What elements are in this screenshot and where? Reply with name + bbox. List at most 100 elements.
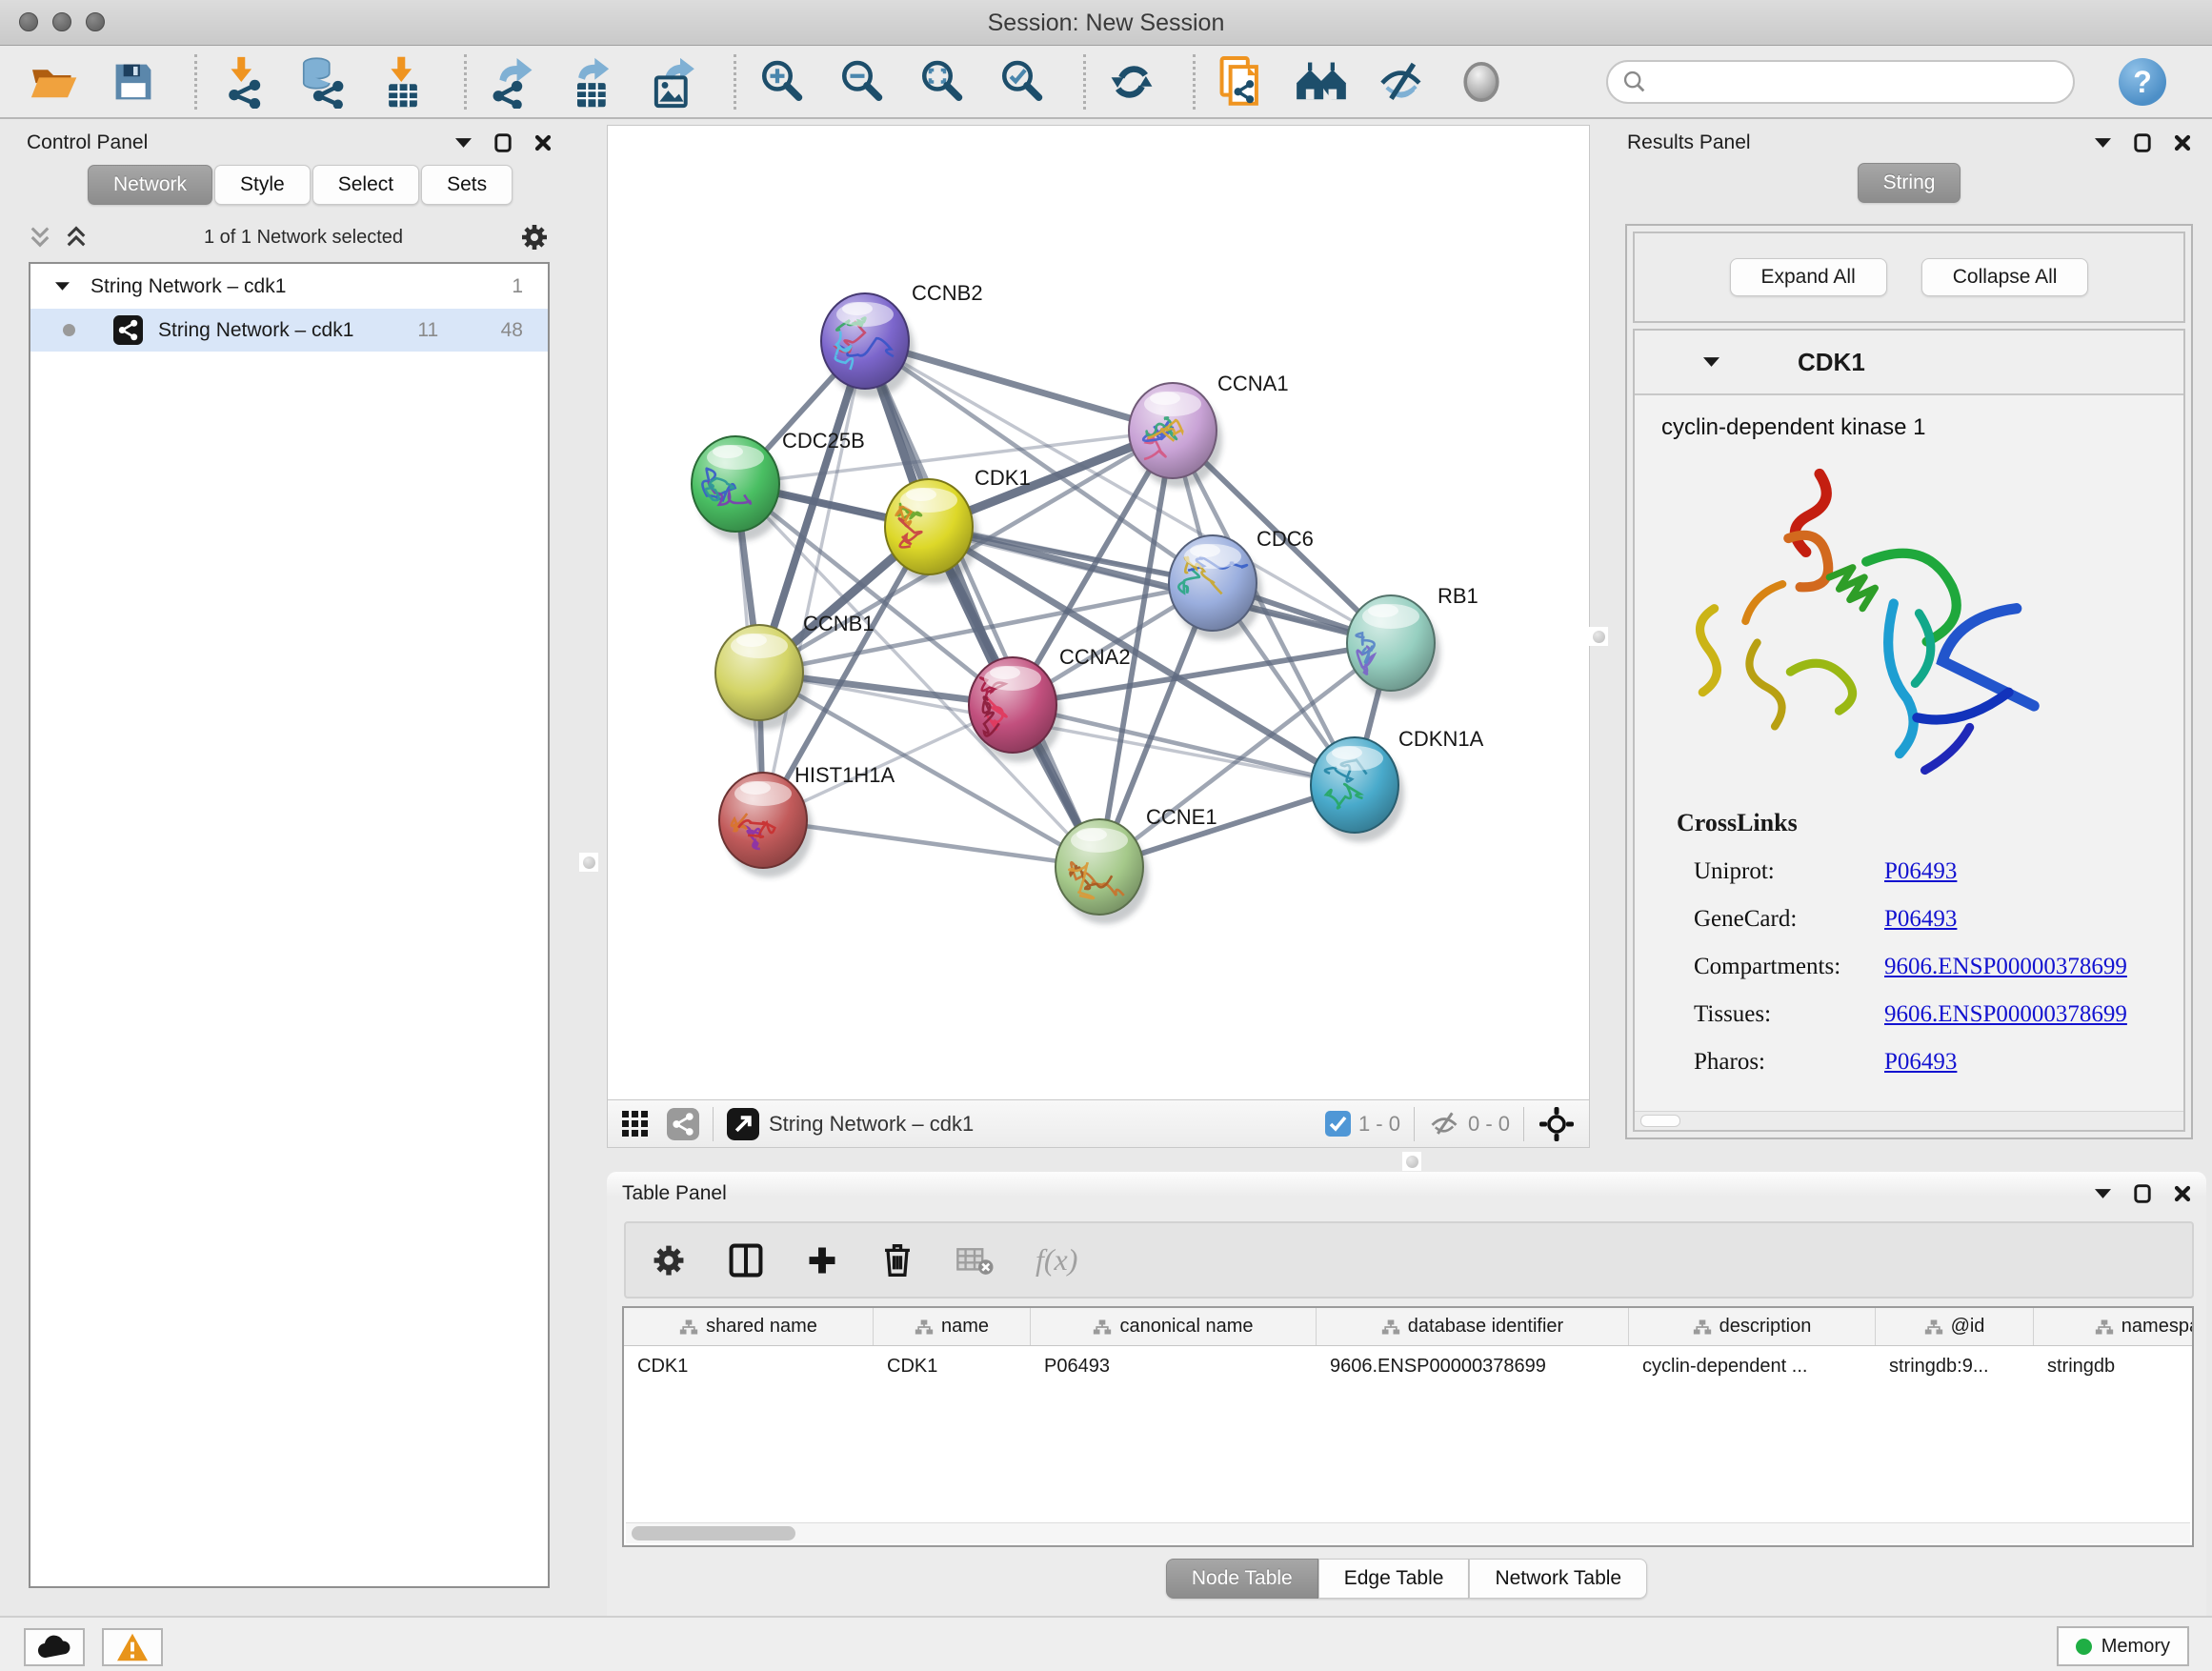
column-header-database-identifier[interactable]: database identifier xyxy=(1317,1308,1629,1345)
gear-icon[interactable] xyxy=(519,222,550,252)
network-node-CDC6[interactable] xyxy=(1169,535,1262,640)
tree-expand-icon[interactable] xyxy=(55,282,70,291)
table-row[interactable]: CDK1CDK1P064939606.ENSP00000378699cyclin… xyxy=(624,1346,2192,1386)
panel-close-icon[interactable] xyxy=(534,134,552,151)
network-node-CDK1[interactable] xyxy=(885,479,978,584)
network-edge-CCNA2-CDKN1A[interactable] xyxy=(1013,705,1355,785)
delete-trash-icon[interactable] xyxy=(881,1241,914,1279)
column-header-namespace[interactable]: namespace xyxy=(2034,1308,2194,1345)
expand-all-button[interactable]: Expand All xyxy=(1730,258,1887,296)
help-button[interactable]: ? xyxy=(2119,58,2166,106)
import-network-file-button[interactable] xyxy=(216,54,270,110)
column-header-name[interactable]: name xyxy=(874,1308,1031,1345)
hide-unhide-button[interactable] xyxy=(1375,54,1428,110)
tab-network[interactable]: Network xyxy=(88,165,212,205)
network-row-selected[interactable]: String Network – cdk1 11 48 xyxy=(30,309,548,352)
open-in-window-icon[interactable] xyxy=(727,1108,759,1140)
right-splitter-handle[interactable] xyxy=(1589,627,1608,646)
network-node-CCNB2[interactable] xyxy=(821,293,915,398)
table-settings-gear-icon[interactable] xyxy=(651,1242,687,1278)
zoom-out-button[interactable] xyxy=(835,54,889,110)
column-header-canonical-name[interactable]: canonical name xyxy=(1031,1308,1317,1345)
memory-label: Memory xyxy=(2101,1636,2170,1658)
network-edge-CCNB2-HIST1H1A[interactable] xyxy=(763,341,865,820)
tab-style[interactable]: Style xyxy=(214,165,311,205)
tab-select[interactable]: Select xyxy=(312,165,419,205)
tab-network-table[interactable]: Network Table xyxy=(1469,1559,1647,1599)
hidden-eye-slash-icon[interactable] xyxy=(1428,1110,1460,1138)
entry-collapse-icon[interactable] xyxy=(1703,357,1719,367)
bottom-splitter-handle[interactable] xyxy=(1402,1152,1421,1171)
expand-all-tree-icon[interactable] xyxy=(29,225,51,250)
table-cell[interactable]: stringdb xyxy=(2034,1346,2194,1386)
panel-close-icon[interactable] xyxy=(2174,134,2191,151)
add-column-icon[interactable] xyxy=(805,1243,839,1278)
export-network-button[interactable] xyxy=(486,54,539,110)
table-cell[interactable]: stringdb:9... xyxy=(1876,1346,2034,1386)
table-cell[interactable]: cyclin-dependent ... xyxy=(1629,1346,1876,1386)
crosslink-link[interactable]: 9606.ENSP00000378699 xyxy=(1884,1001,2127,1028)
panel-float-icon[interactable] xyxy=(2134,1184,2151,1203)
zoom-fit-button[interactable] xyxy=(915,54,969,110)
pan-crosshair-icon[interactable] xyxy=(1538,1105,1576,1143)
panel-close-icon[interactable] xyxy=(2174,1185,2191,1202)
refresh-layout-button[interactable] xyxy=(1105,54,1158,110)
panel-collapse-icon[interactable] xyxy=(2095,1189,2111,1198)
warnings-button[interactable] xyxy=(102,1628,163,1666)
birds-eye-grid-icon[interactable] xyxy=(621,1110,650,1138)
string-home-button[interactable] xyxy=(1295,54,1348,110)
crosslink-link[interactable]: P06493 xyxy=(1884,858,1957,885)
memory-button[interactable]: Memory xyxy=(2057,1626,2189,1666)
tab-edge-table[interactable]: Edge Table xyxy=(1318,1559,1470,1599)
network-node-CDKN1A[interactable] xyxy=(1311,737,1404,842)
collapse-all-button[interactable]: Collapse All xyxy=(1921,258,2089,296)
results-hscrollbar[interactable] xyxy=(1635,1111,2183,1130)
save-session-button[interactable] xyxy=(107,54,160,110)
network-collection-row[interactable]: String Network – cdk1 1 xyxy=(30,264,548,309)
import-network-database-button[interactable] xyxy=(296,54,350,110)
zoom-in-button[interactable] xyxy=(755,54,809,110)
network-node-CDC25B[interactable] xyxy=(692,436,785,541)
crosslink-link[interactable]: 9606.ENSP00000378699 xyxy=(1884,954,2127,980)
table-hscrollbar[interactable] xyxy=(626,1522,2190,1543)
panel-collapse-icon[interactable] xyxy=(455,138,472,148)
export-table-button[interactable] xyxy=(566,54,619,110)
network-node-RB1[interactable] xyxy=(1347,595,1440,700)
network-edge-HIST1H1A-CCNE1[interactable] xyxy=(763,820,1099,867)
tab-node-table[interactable]: Node Table xyxy=(1166,1559,1318,1599)
table-cell[interactable]: P06493 xyxy=(1031,1346,1317,1386)
column-header--id[interactable]: @id xyxy=(1876,1308,2034,1345)
tab-sets[interactable]: Sets xyxy=(421,165,513,205)
tab-string[interactable]: String xyxy=(1858,163,1961,203)
show-columns-icon[interactable] xyxy=(729,1242,763,1278)
selected-checkbox-icon[interactable] xyxy=(1325,1111,1351,1137)
column-header-shared-name[interactable]: shared name xyxy=(624,1308,874,1345)
cloud-button[interactable] xyxy=(24,1628,85,1666)
table-cell[interactable]: CDK1 xyxy=(874,1346,1031,1386)
network-node-CCNE1[interactable] xyxy=(1056,819,1149,924)
import-table-button[interactable] xyxy=(376,54,430,110)
network-node-CCNA1[interactable] xyxy=(1129,383,1222,488)
panel-float-icon[interactable] xyxy=(494,133,512,152)
panel-float-icon[interactable] xyxy=(2134,133,2151,152)
crosslink-link[interactable]: P06493 xyxy=(1884,906,1957,933)
view-mode-button[interactable] xyxy=(1455,54,1508,110)
network-canvas[interactable]: CCNB2CCNA1CDC25BCDK1CDC6RB1CCNB1CCNA2CDK… xyxy=(607,125,1590,1100)
column-header-description[interactable]: description xyxy=(1629,1308,1876,1345)
open-session-button[interactable] xyxy=(27,54,80,110)
control-panel-title: Control Panel xyxy=(27,131,148,154)
search-input[interactable] xyxy=(1648,64,2060,100)
table-cell[interactable]: 9606.ENSP00000378699 xyxy=(1317,1346,1629,1386)
panel-collapse-icon[interactable] xyxy=(2095,138,2111,148)
string-panel-icon[interactable] xyxy=(667,1108,699,1140)
network-node-HIST1H1A[interactable] xyxy=(719,773,813,877)
left-splitter-handle[interactable] xyxy=(579,853,598,872)
export-image-button[interactable] xyxy=(646,54,699,110)
collapse-all-tree-icon[interactable] xyxy=(65,225,88,250)
clone-network-button[interactable] xyxy=(1215,54,1268,110)
table-cell[interactable]: CDK1 xyxy=(624,1346,874,1386)
houses-icon xyxy=(1295,59,1348,105)
node-details-header[interactable]: CDK1 xyxy=(1635,331,2183,395)
crosslink-link[interactable]: P06493 xyxy=(1884,1049,1957,1076)
zoom-selected-button[interactable] xyxy=(995,54,1049,110)
